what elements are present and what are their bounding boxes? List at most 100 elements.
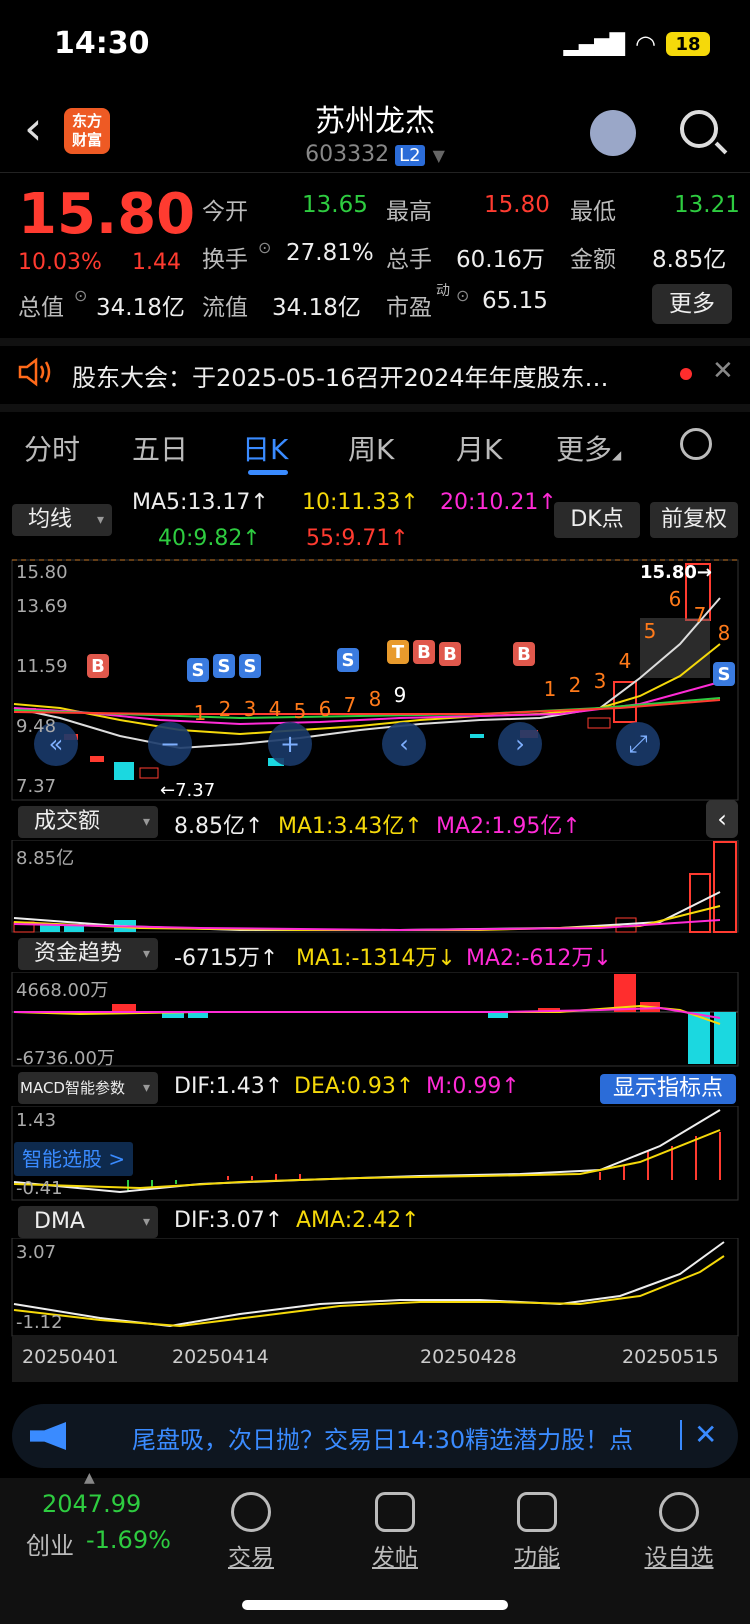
divider [0,172,750,173]
tab-weekly-k[interactable]: 周K [348,428,394,468]
ma-dropdown[interactable]: 均线 [12,504,112,536]
nav-trade-label: 交易 [228,1545,274,1571]
tab-daily-k[interactable]: 日K [242,428,288,468]
info-icon[interactable]: ⊙ [74,286,87,305]
volume-chart[interactable] [0,840,750,934]
nav-watchlist[interactable]: 设自选 [624,1478,734,1578]
ma55-value: 55:9.71↑ [306,526,409,551]
fund-dropdown[interactable]: 资金趋势 [18,938,158,970]
value-market-cap: 34.18亿 [96,295,185,321]
svg-text:6: 6 [669,587,682,611]
stock-code[interactable]: 603332 L2 ▼ [0,142,750,167]
macd-dea: DEA:0.93↑ [294,1074,415,1099]
kline-low-label: ←7.37 [160,780,216,801]
tab-more[interactable]: 更多◢ [556,428,621,468]
speaker-icon [18,357,51,387]
collapse-panel-icon[interactable]: ‹ [706,800,738,838]
svg-text:5: 5 [294,699,307,723]
svg-text:2: 2 [569,673,582,697]
volume-axis: 8.85亿 [16,848,75,869]
svg-text:7: 7 [344,693,357,717]
search-icon[interactable] [680,110,718,148]
value-high: 15.80 [484,192,550,218]
svg-text:9: 9 [394,683,407,707]
label-turnover: 换手 [202,247,248,273]
svg-text:B: B [417,642,431,663]
status-icons: ▂▄▆█ ◠ 18 [564,30,710,58]
fund-ma1: MA1:-1314万↓ [296,946,456,971]
candle [139,767,159,779]
candle [90,756,104,762]
nav-post-label: 发帖 [372,1545,418,1571]
svg-text:2: 2 [219,697,232,721]
notice-text[interactable]: 股东大会：于2025-05-16召开2024年年度股东… [72,358,662,393]
signal-icon: ▂▄▆█ [563,32,626,56]
show-indicator-points-button[interactable]: 显示指标点 [600,1074,736,1104]
dma-dropdown[interactable]: DMA [18,1206,158,1238]
svg-text:B: B [91,656,105,677]
change-percent: 10.03% [18,250,102,275]
svg-text:S: S [244,656,257,677]
value-open: 13.65 [302,192,368,218]
close-icon[interactable]: ✕ [712,356,734,386]
fund-axis-top: 4668.00万 [16,980,109,1001]
dma-axis-bottom: -1.12 [16,1312,63,1333]
home-indicator [242,1600,508,1610]
info-icon[interactable]: ⊙ [258,238,271,257]
kline-axis-2: 13.69 [16,596,68,617]
svg-text:6: 6 [319,697,332,721]
fund-axis-bottom: -6736.00万 [16,1048,115,1069]
close-icon[interactable]: ✕ [694,1418,717,1451]
dk-point-button[interactable]: DK点 [554,502,640,538]
label-volume: 总手 [386,247,432,273]
value-low: 13.21 [674,192,740,218]
index-name[interactable]: 创业 [26,1526,74,1561]
promo-text[interactable]: 尾盘吸，次日抛？交易日14:30精选潜力股！点 [132,1420,672,1455]
nav-trade[interactable]: 交易 [196,1478,306,1578]
robot-assistant-icon[interactable] [590,110,636,156]
ma40-value: 40:9.82↑ [158,526,261,551]
svg-text:S: S [218,656,231,677]
label-open: 今开 [202,199,248,225]
svg-text:S: S [192,660,205,681]
gear-icon[interactable] [680,428,712,460]
tab-intraday[interactable]: 分时 [24,428,80,468]
kline-high-label: 15.80→ [640,562,713,583]
divider [680,1420,682,1450]
label-pe: 市盈 [386,295,432,321]
svg-text:S: S [342,650,355,671]
last-price: 15.80 [18,182,196,247]
svg-text:3: 3 [594,669,607,693]
candle [114,762,134,780]
nav-functions[interactable]: 功能 [482,1478,592,1578]
dma-ama: AMA:2.42↑ [296,1208,420,1233]
index-value[interactable]: 2047.99 [42,1490,141,1518]
info-icon[interactable]: ⊙ [456,286,469,305]
volume-dropdown[interactable]: 成交额 [18,806,158,838]
stock-code-text: 603332 [305,142,390,167]
edit-icon [375,1492,415,1532]
svg-text:8: 8 [718,621,731,645]
nav-watchlist-label: 设自选 [644,1545,714,1571]
adjust-button[interactable]: 前复权 [650,502,738,538]
macd-axis-bottom: -0.41 [16,1178,63,1199]
more-button[interactable]: 更多 [652,284,732,324]
label-high: 最高 [386,199,432,225]
caret-icon: ◢ [612,448,622,462]
macd-dropdown[interactable]: MACD智能参数 [18,1072,158,1104]
date-label: 20250428 [420,1346,517,1368]
dma-axis-top: 3.07 [16,1242,57,1263]
pe-dynamic-sup: 动 [436,283,450,299]
nav-post[interactable]: 发帖 [340,1478,450,1578]
dma-chart[interactable] [0,1238,750,1338]
kline-chart[interactable]: B S S S S T B B B S 123 456 789 123 456 … [0,558,750,802]
smart-stock-picker-link[interactable]: 智能选股 > [14,1142,134,1176]
tab-five-day[interactable]: 五日 [132,428,188,468]
index-percent[interactable]: -1.69% [86,1526,171,1554]
svg-text:T: T [392,642,405,663]
tab-monthly-k[interactable]: 月K [456,428,502,468]
l2-badge: L2 [395,145,425,166]
kline-axis-3: 11.59 [16,656,68,677]
value-pe: 65.15 [482,288,548,314]
ma10-value: 10:11.33↑ [302,490,419,515]
